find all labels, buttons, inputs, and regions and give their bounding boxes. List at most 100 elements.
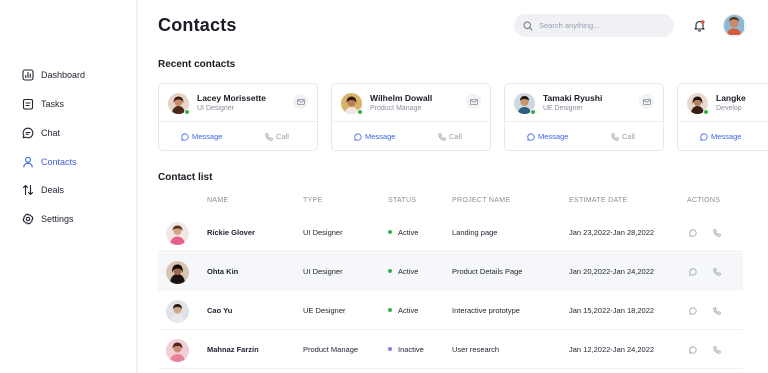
bell-icon — [693, 19, 705, 32]
call-label: Call — [449, 132, 462, 141]
sidebar-item-deals[interactable]: Deals — [22, 184, 64, 196]
message-label: Message — [365, 132, 396, 141]
mail-button[interactable] — [293, 94, 308, 109]
chat-icon — [689, 307, 697, 315]
contact-name: Rickie Glover — [207, 228, 255, 237]
contact-role: UI Designer — [197, 105, 234, 112]
phone-icon — [611, 132, 619, 141]
online-indicator — [530, 109, 536, 115]
status-label: Active — [398, 306, 419, 315]
message-action-button[interactable] — [686, 226, 700, 240]
avatar — [166, 261, 189, 284]
sidebar: Dashboard Tasks Chat Contacts Deals Sett… — [0, 0, 137, 373]
status-label: Active — [398, 267, 419, 276]
call-action-button[interactable] — [710, 304, 724, 318]
mail-button[interactable] — [466, 94, 481, 109]
table-row[interactable]: Cao Yu UE Designer Active Interactive pr… — [158, 292, 743, 330]
phone-icon — [265, 132, 273, 141]
contact-role: UE Designer — [543, 105, 583, 112]
sidebar-item-chat[interactable]: Chat — [22, 127, 60, 139]
sidebar-item-label: Settings — [41, 214, 74, 224]
sidebar-item-settings[interactable]: Settings — [22, 213, 74, 225]
message-button[interactable]: Message — [700, 132, 741, 141]
call-action-button[interactable] — [710, 265, 724, 279]
message-label: Message — [538, 132, 569, 141]
sidebar-item-dashboard[interactable]: Dashboard — [22, 69, 85, 81]
call-action-button[interactable] — [710, 226, 724, 240]
estimate-date: Jan 12,2022-Jan 24,2022 — [569, 345, 655, 354]
call-action-button[interactable] — [710, 343, 724, 357]
online-indicator — [184, 109, 190, 115]
search-bar[interactable] — [514, 14, 674, 37]
message-action-button[interactable] — [686, 304, 700, 318]
main-content: Contacts Recent contacts Lacey Morissett… — [138, 0, 768, 373]
message-action-button[interactable] — [686, 343, 700, 357]
contact-card[interactable]: Tamaki Ryushi UE Designer Message Call — [504, 83, 664, 151]
project-name: Landing page — [452, 228, 498, 237]
estimate-date: Jan 15,2022-Jan 18,2022 — [569, 306, 655, 315]
chat-icon — [181, 132, 189, 141]
chat-icon — [689, 268, 697, 276]
search-input[interactable] — [539, 21, 659, 30]
sidebar-item-label: Dashboard — [41, 70, 86, 80]
sidebar-item-label: Contacts — [41, 157, 77, 167]
contact-card[interactable]: Langke Develop Message — [677, 83, 768, 151]
project-name: Interactive prototype — [452, 306, 520, 315]
column-header-status[interactable]: STATUS — [388, 197, 416, 204]
message-action-button[interactable] — [686, 265, 700, 279]
estimate-date: Jan 23,2022-Jan 28,2022 — [569, 228, 655, 237]
column-header-project[interactable]: PROJECT NAME — [452, 197, 510, 204]
contact-name: Tamaki Ryushi — [543, 93, 603, 103]
table-row[interactable]: Mahnaz Farzin Product Manage Inactive Us… — [158, 331, 743, 369]
table-row[interactable]: Rickie Glover UI Designer Active Landing… — [158, 214, 743, 252]
column-header-type[interactable]: TYPE — [303, 197, 322, 204]
chat-icon — [354, 132, 362, 141]
chat-icon — [689, 346, 697, 354]
message-button[interactable]: Message — [181, 132, 222, 141]
contact-type: UI Designer — [303, 228, 343, 237]
status-dot — [388, 308, 392, 313]
contact-type: UE Designer — [303, 306, 346, 315]
sidebar-item-contacts[interactable]: Contacts — [22, 156, 77, 168]
sidebar-item-label: Tasks — [41, 99, 65, 109]
call-button[interactable]: Call — [611, 132, 635, 141]
mail-icon — [642, 98, 651, 105]
call-button[interactable]: Call — [265, 132, 289, 141]
chat-icon — [22, 127, 34, 139]
call-label: Call — [622, 132, 635, 141]
call-label: Call — [276, 132, 289, 141]
contact-name: Mahnaz Farzin — [207, 345, 259, 354]
mail-icon — [296, 98, 305, 105]
clipboard-icon — [22, 98, 34, 110]
status-badge: Active — [388, 228, 418, 237]
sidebar-item-tasks[interactable]: Tasks — [22, 98, 64, 110]
mail-button[interactable] — [639, 94, 654, 109]
contact-name: Ohta Kin — [207, 267, 239, 276]
contact-name: Lacey Morissette — [197, 93, 266, 103]
contact-name: Wilhelm Dowall — [370, 93, 433, 103]
status-label: Active — [398, 228, 419, 237]
call-button[interactable]: Call — [438, 132, 462, 141]
column-header-actions: ACTIONS — [687, 197, 721, 204]
phone-icon — [713, 346, 721, 354]
project-name: Product Details Page — [452, 267, 523, 276]
user-avatar[interactable] — [723, 14, 746, 37]
arrows-icon — [22, 184, 34, 196]
chat-icon — [700, 132, 708, 141]
phone-icon — [713, 268, 721, 276]
message-button[interactable]: Message — [354, 132, 395, 141]
contact-name: Langke — [716, 93, 746, 103]
table-row[interactable]: Ohta Kin UI Designer Active Product Deta… — [158, 253, 743, 291]
status-badge: Active — [388, 306, 418, 315]
chat-icon — [689, 229, 697, 237]
contact-card[interactable]: Lacey Morissette UI Designer Message Cal… — [158, 83, 318, 151]
contact-card[interactable]: Wilhelm Dowall Product Manage Message Ca… — [331, 83, 491, 151]
notification-button[interactable] — [688, 14, 710, 36]
contact-list-title: Contact list — [158, 172, 213, 183]
column-header-date[interactable]: ESTIMATE DATE — [569, 197, 627, 204]
avatar — [166, 300, 189, 323]
message-label: Message — [711, 132, 742, 141]
message-button[interactable]: Message — [527, 132, 568, 141]
contact-type: UI Designer — [303, 267, 343, 276]
column-header-name[interactable]: NAME — [207, 197, 228, 204]
